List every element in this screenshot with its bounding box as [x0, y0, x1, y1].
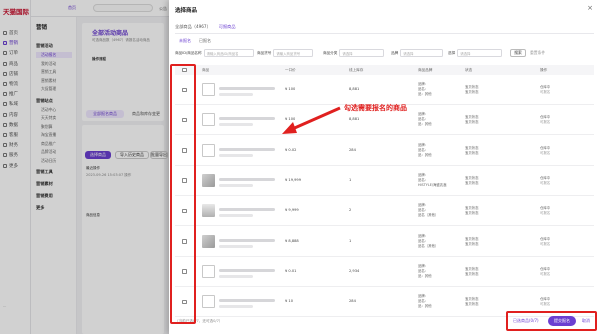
annotation-arrow [282, 106, 341, 134]
